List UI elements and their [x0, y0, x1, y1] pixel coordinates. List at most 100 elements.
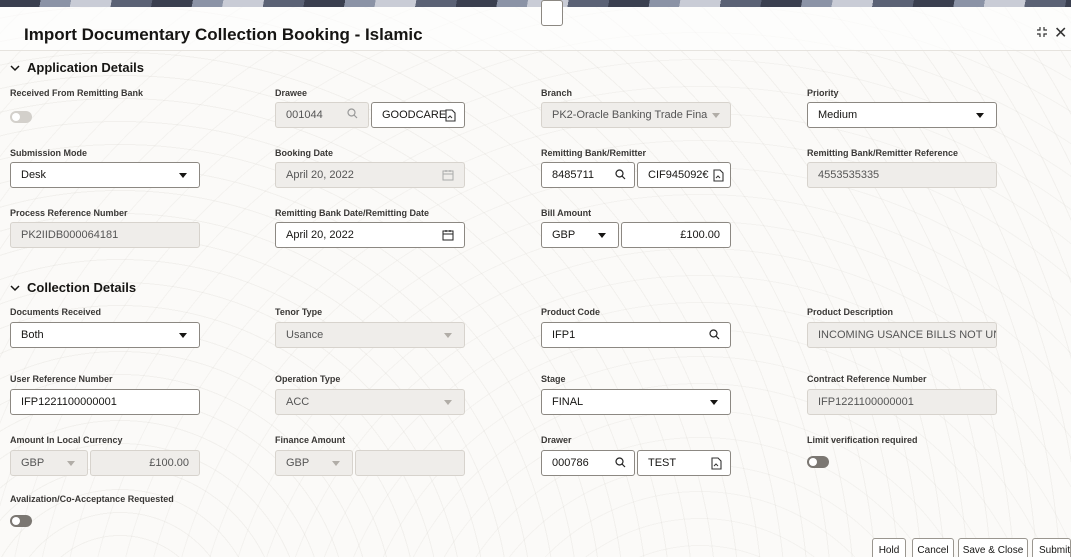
booking-date-label: Booking Date — [275, 148, 334, 158]
contract-ref-label: Contract Reference Number — [807, 374, 927, 384]
operation-type-select[interactable]: ACC — [275, 389, 465, 415]
close-icon[interactable]: ✕ — [1054, 23, 1067, 43]
remitting-bank-id-field[interactable] — [541, 0, 563, 26]
drawer-name-field[interactable]: TEST — [637, 450, 731, 476]
drawee-id-field[interactable]: 001044 — [275, 102, 369, 128]
amount-local-currency-select[interactable]: GBP — [10, 450, 88, 476]
stage-label: Stage — [541, 374, 566, 384]
branch-value: PK2-Oracle Banking Trade Fina — [552, 109, 708, 121]
submission-mode-value: Desk — [21, 169, 47, 181]
remitting-bank-id-input[interactable]: 8485711 — [541, 162, 635, 188]
branch-label: Branch — [541, 88, 573, 98]
chevron-down-icon — [712, 113, 720, 118]
amount-local-input[interactable]: £100.00 — [90, 450, 200, 476]
limit-verification-toggle[interactable] — [807, 456, 829, 468]
bill-amount-label: Bill Amount — [541, 208, 592, 218]
submission-mode-select[interactable]: Desk — [10, 162, 200, 188]
bill-amount-input[interactable]: £100.00 — [621, 222, 731, 248]
drawer-id-input[interactable]: 000786 — [541, 450, 635, 476]
contract-ref-field[interactable]: IFP1221100000001 — [807, 389, 997, 415]
finance-amount-label: Finance Amount — [275, 435, 346, 445]
remitting-bank-name-field[interactable]: CIF945092€ — [637, 162, 731, 188]
finance-amount-input[interactable] — [355, 450, 465, 476]
lookup-icon[interactable] — [445, 109, 456, 125]
contract-ref-value: IFP1221100000001 — [818, 396, 914, 408]
stage-value: FINAL — [552, 396, 584, 408]
user-ref-label: User Reference Number — [10, 374, 113, 384]
finance-amount-currency-select[interactable]: GBP — [275, 450, 353, 476]
calendar-icon[interactable] — [442, 169, 454, 184]
chevron-down-icon — [10, 283, 22, 295]
booking-date-value: April 20, 2022 — [286, 169, 354, 181]
section-collection-details[interactable]: Collection Details — [10, 280, 136, 295]
stage-select[interactable]: FINAL — [541, 389, 731, 415]
remitting-bank-ref-label: Remitting Bank/Remitter Reference — [807, 148, 959, 158]
drawee-name-field[interactable]: GOODCARE — [371, 102, 465, 128]
documents-received-value: Both — [21, 329, 44, 341]
product-description-value: INCOMING USANCE BILLS NOT UN — [818, 329, 997, 341]
amount-local-value: £100.00 — [149, 457, 189, 469]
amount-local-currency-value: GBP — [21, 457, 45, 469]
received-from-remitting-bank-label: Received From Remitting Bank — [10, 88, 144, 98]
booking-date-field[interactable]: April 20, 2022 — [275, 162, 465, 188]
limit-verification-label: Limit verification required — [807, 435, 918, 445]
chevron-down-icon — [10, 63, 22, 75]
remitting-bank-date-field[interactable]: April 20, 2022 — [275, 222, 465, 248]
save-close-button[interactable]: Save & Close — [958, 538, 1028, 557]
remitting-bank-ref-field[interactable]: 4553535335 — [807, 162, 997, 188]
bill-amount-value: £100.00 — [680, 229, 720, 241]
search-icon[interactable] — [347, 108, 358, 122]
received-from-remitting-bank-toggle[interactable] — [10, 111, 32, 123]
documents-received-label: Documents Received — [10, 307, 102, 317]
process-ref-label: Process Reference Number — [10, 208, 128, 218]
remitting-bank-label: Remitting Bank/Remitter — [541, 148, 647, 158]
avalization-label: Avalization/Co-Acceptance Requested — [10, 494, 174, 504]
documents-received-select[interactable]: Both — [10, 322, 200, 348]
search-icon[interactable] — [615, 457, 626, 471]
chevron-down-icon — [444, 333, 452, 338]
bill-amount-currency-select[interactable]: GBP — [541, 222, 619, 248]
minimize-icon[interactable] — [1036, 25, 1048, 41]
amount-local-label: Amount In Local Currency — [10, 435, 123, 445]
user-ref-value: IFP1221100000001 — [21, 396, 117, 408]
avalization-toggle[interactable] — [10, 515, 32, 527]
bill-amount-currency-value: GBP — [552, 229, 576, 241]
tenor-type-value: Usance — [286, 329, 324, 341]
drawee-name-value: GOODCARE — [382, 109, 447, 121]
user-ref-input[interactable]: IFP1221100000001 — [10, 389, 200, 415]
tenor-type-label: Tenor Type — [275, 307, 323, 317]
priority-select[interactable]: Medium — [807, 102, 997, 128]
tenor-type-select[interactable]: Usance — [275, 322, 465, 348]
product-code-field[interactable]: IFP1 — [541, 322, 731, 348]
product-description-field[interactable]: INCOMING USANCE BILLS NOT UN — [807, 322, 997, 348]
submit-button[interactable]: Submit — [1032, 538, 1071, 557]
lookup-icon[interactable] — [713, 169, 724, 185]
branch-select[interactable]: PK2-Oracle Banking Trade Fina — [541, 102, 731, 128]
calendar-icon[interactable] — [442, 229, 454, 244]
search-icon[interactable] — [615, 169, 626, 183]
operation-type-value: ACC — [286, 396, 310, 408]
page-title: Import Documentary Collection Booking - … — [24, 25, 423, 44]
hold-button[interactable]: Hold — [872, 538, 906, 557]
chevron-down-icon — [67, 461, 75, 466]
remitting-bank-name-value: CIF945092€ — [648, 169, 709, 181]
search-icon[interactable] — [709, 329, 720, 343]
cancel-button[interactable]: Cancel — [912, 538, 954, 557]
product-code-label: Product Code — [541, 307, 601, 317]
remitting-bank-ref-value: 4553535335 — [818, 169, 880, 181]
chevron-down-icon — [710, 400, 718, 405]
chevron-down-icon — [444, 400, 452, 405]
priority-label: Priority — [807, 88, 839, 98]
drawer-name-value: TEST — [648, 457, 677, 469]
lookup-icon[interactable] — [711, 457, 722, 473]
drawee-id-value: 001044 — [286, 109, 323, 121]
section-label: Collection Details — [27, 280, 137, 295]
remitting-bank-date-value: April 20, 2022 — [286, 229, 354, 241]
process-ref-field[interactable]: PK2IIDB000064181 — [10, 222, 200, 248]
drawer-id-value: 000786 — [552, 457, 589, 469]
finance-amount-currency-value: GBP — [286, 457, 310, 469]
chevron-down-icon — [332, 461, 340, 466]
product-code-value: IFP1 — [552, 329, 576, 341]
chevron-down-icon — [598, 233, 606, 238]
section-application-details[interactable]: Application Details — [10, 60, 144, 75]
